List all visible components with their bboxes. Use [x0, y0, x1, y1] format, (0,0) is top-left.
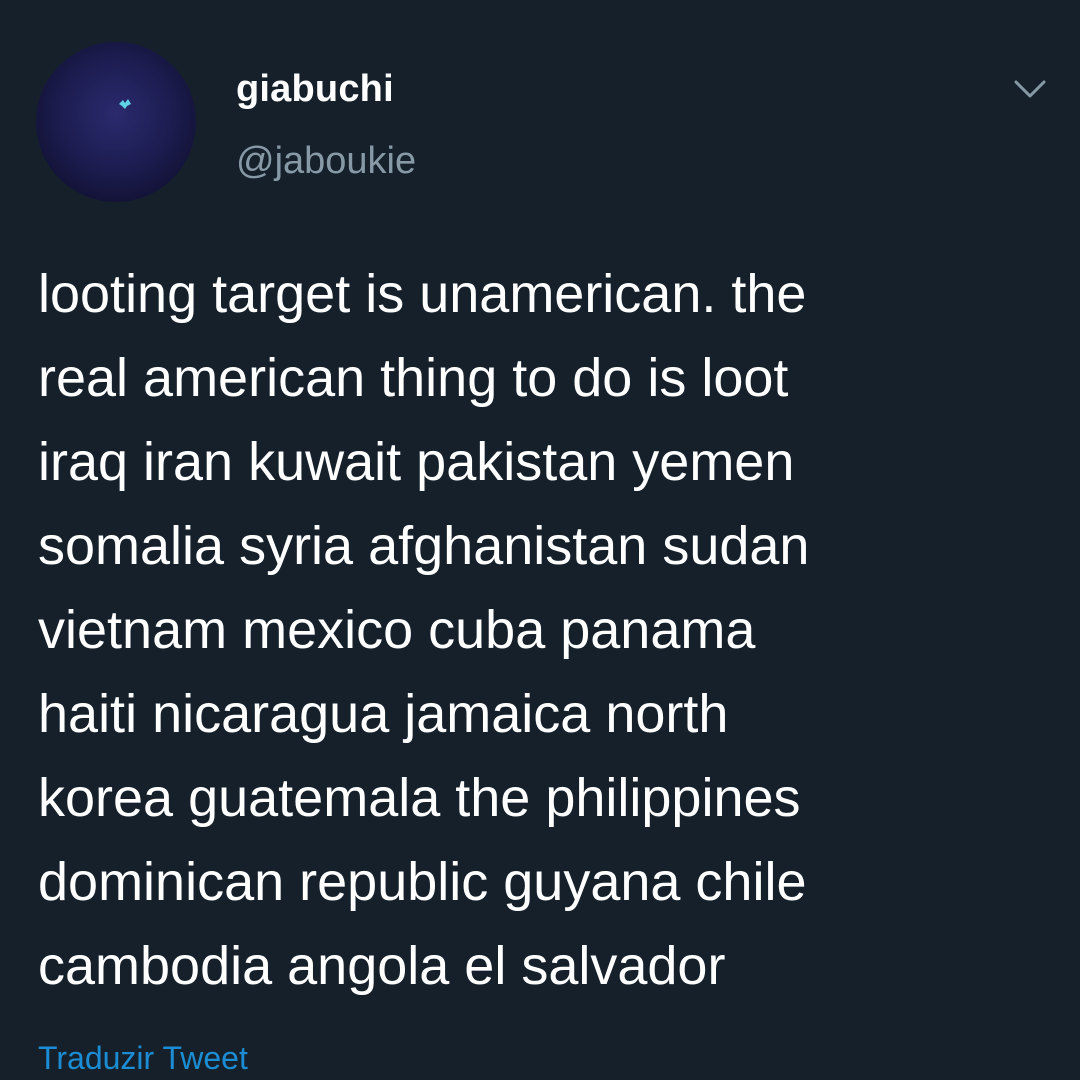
avatar-speck-icon [119, 99, 131, 109]
translate-tweet-link[interactable]: Traduzir Tweet [38, 1040, 248, 1077]
avatar[interactable] [36, 42, 196, 202]
tweet-text: looting target is unamerican. the real a… [38, 264, 810, 996]
user-handle[interactable]: @jaboukie [236, 140, 416, 183]
chevron-down-icon[interactable] [1010, 72, 1050, 104]
display-name[interactable]: giabuchi [236, 68, 394, 111]
tweet-card: giabuchi @jaboukie looting target is una… [0, 0, 1080, 1080]
